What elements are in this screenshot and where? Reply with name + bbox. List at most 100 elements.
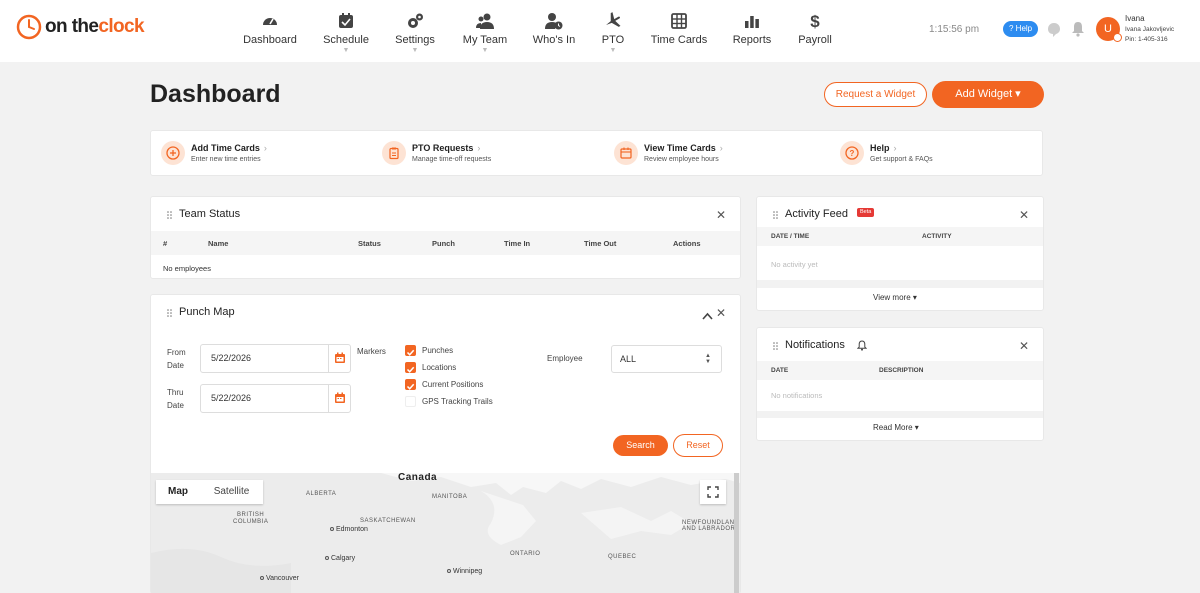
thru-date-value: 5/22/2026 (211, 393, 252, 403)
select-arrows-icon: ▲ ▼ (705, 353, 711, 365)
nav-label: My Team (462, 34, 508, 46)
nav-my-team[interactable]: My Team ▼ (445, 12, 525, 54)
calendar-icon[interactable] (334, 352, 346, 364)
collapse-chevron-up-icon[interactable] (702, 307, 713, 325)
bell-icon[interactable] (1071, 21, 1085, 42)
drag-handle-icon[interactable] (773, 211, 778, 219)
nav-label: Who's In (532, 34, 576, 46)
calendar-icon[interactable] (334, 392, 346, 404)
punches-checkbox[interactable] (405, 345, 416, 356)
chevron-right-icon: › (893, 143, 897, 153)
nav-payroll[interactable]: $ Payroll (775, 12, 855, 46)
user-first-name[interactable]: Ivana (1125, 14, 1145, 23)
drag-handle-icon[interactable] (167, 309, 172, 317)
request-widget-button[interactable]: Request a Widget (824, 82, 927, 107)
quick-link-add-time-cards[interactable]: Add Time Cards › Enter new time entries (161, 141, 267, 165)
employee-label: Employee (547, 354, 583, 363)
locations-label: Locations (422, 363, 457, 372)
thru-date-input[interactable]: 5/22/2026 (200, 384, 351, 413)
view-more-link[interactable]: View more ▾ (873, 293, 917, 302)
svg-text:?: ? (850, 149, 855, 158)
card-header: Punch Map ✕ (151, 295, 740, 329)
gps-tracking-trails-checkbox[interactable] (405, 396, 416, 407)
fullscreen-icon (707, 486, 719, 498)
calendar-check-icon (339, 13, 353, 28)
divider (328, 385, 329, 412)
nav-label: Time Cards (650, 34, 708, 46)
quick-link-subtitle: Manage time-off requests (412, 156, 492, 163)
quick-link-help[interactable]: ? Help › Get support & FAQs (840, 141, 933, 165)
notifications-table-header: DATE DESCRIPTION (757, 361, 1043, 380)
map-city-label[interactable]: Vancouver (260, 575, 299, 582)
scrollbar[interactable] (734, 473, 739, 593)
chevron-down-icon: ▼ (609, 47, 617, 54)
reset-button[interactable]: Reset (673, 434, 723, 457)
map-city-label[interactable]: Edmonton (330, 526, 368, 533)
quick-link-title: Add Time Cards (191, 143, 260, 153)
map-region-label: BRITISH (237, 512, 265, 518)
card-title: Activity Feed (785, 208, 848, 220)
card-title: Team Status (179, 208, 241, 220)
activity-table-header: DATE / TIME ACTIVITY (757, 227, 1043, 246)
close-icon[interactable]: ✕ (1019, 339, 1029, 353)
current-positions-label: Current Positions (422, 380, 484, 389)
map-city-name: Winnipeg (453, 568, 483, 575)
top-navbar: on theclock Dashboard Schedule ▼ Setting… (0, 0, 1200, 62)
speedometer-icon (263, 18, 277, 25)
close-icon[interactable]: ✕ (716, 306, 726, 320)
column-header: Name (208, 239, 229, 248)
card-title: Punch Map (179, 306, 235, 318)
drag-handle-icon[interactable] (773, 342, 778, 350)
column-header: DATE (771, 367, 789, 374)
beta-badge: Beta (857, 208, 875, 217)
fullscreen-button[interactable] (700, 480, 726, 504)
nav-time-cards[interactable]: Time Cards (639, 12, 719, 46)
city-dot-icon (447, 569, 451, 574)
drag-handle-icon[interactable] (167, 211, 172, 219)
nav-label: Dashboard (243, 34, 297, 46)
thru-label-line-1: Thru (167, 388, 184, 397)
brand-word-1: on the (45, 16, 99, 37)
brand-logo[interactable]: on theclock (16, 14, 145, 40)
nav-dashboard[interactable]: Dashboard (230, 12, 310, 46)
gps-tracking-trails-label: GPS Tracking Trails (422, 397, 493, 406)
chevron-down-icon: ▼ (342, 47, 350, 54)
quick-link-subtitle: Review employee hours (644, 156, 719, 163)
chevron-right-icon: › (263, 143, 267, 153)
search-button[interactable]: Search (613, 435, 668, 456)
column-header: # (163, 239, 168, 248)
map-region-label: ONTARIO (510, 551, 541, 557)
city-dot-icon (260, 576, 264, 581)
close-icon[interactable]: ✕ (716, 208, 726, 222)
chat-icon[interactable] (1047, 22, 1061, 43)
from-date-input[interactable]: 5/22/2026 (200, 344, 351, 373)
locations-checkbox[interactable] (405, 362, 416, 373)
page-title: Dashboard (150, 80, 281, 108)
column-header: Status (358, 239, 381, 248)
read-more-link[interactable]: Read More ▾ (873, 423, 919, 432)
current-time: 1:15:56 pm (929, 24, 980, 35)
nav-settings[interactable]: Settings ▼ (375, 12, 455, 54)
map-country-label: Canada (398, 473, 438, 483)
map-tab[interactable]: Map (156, 480, 200, 504)
quick-link-pto-requests[interactable]: PTO Requests › Manage time-off requests (382, 141, 491, 165)
from-label-line-2: Date (167, 361, 184, 370)
calendar-icon (614, 141, 638, 165)
nav-label: Settings (395, 34, 435, 46)
quick-link-view-time-cards[interactable]: View Time Cards › Review employee hours (614, 141, 723, 165)
map-region-label: SASKATCHEWAN (360, 518, 416, 524)
chevron-right-icon: › (477, 143, 481, 153)
map-city-label[interactable]: Winnipeg (447, 568, 482, 575)
satellite-tab[interactable]: Satellite (200, 480, 263, 504)
divider (757, 280, 1043, 288)
current-positions-checkbox[interactable] (405, 379, 416, 390)
map-region-label: MANITOBA (432, 494, 468, 500)
add-widget-button[interactable]: Add Widget ▾ (932, 81, 1044, 108)
nav-schedule[interactable]: Schedule ▼ (306, 12, 386, 54)
employee-select[interactable]: ALL ▲ ▼ (611, 345, 722, 373)
thru-date-label: Thru Date (167, 386, 184, 412)
close-icon[interactable]: ✕ (1019, 208, 1029, 222)
map-city-label[interactable]: Calgary (325, 555, 355, 562)
clipboard-icon (382, 141, 406, 165)
help-button[interactable]: ? Help (1003, 21, 1039, 37)
